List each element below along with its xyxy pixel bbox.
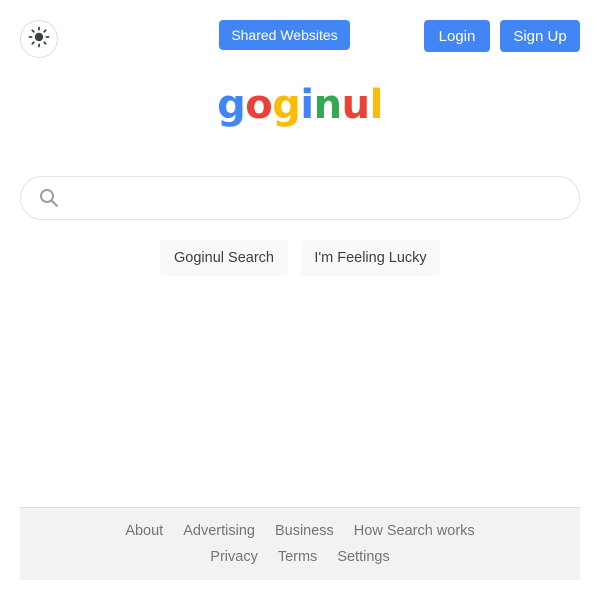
- footer: About Advertising Business How Search wo…: [20, 507, 580, 580]
- search-input[interactable]: [69, 177, 561, 219]
- search-icon: [39, 188, 59, 208]
- footer-link-advertising[interactable]: Advertising: [183, 522, 255, 540]
- logo-letter: u: [341, 82, 370, 128]
- footer-row-primary: About Advertising Business How Search wo…: [20, 522, 580, 540]
- footer-link-settings[interactable]: Settings: [337, 548, 389, 566]
- footer-link-about[interactable]: About: [125, 522, 163, 540]
- signup-button[interactable]: Sign Up: [500, 20, 580, 52]
- feeling-lucky-button[interactable]: I'm Feeling Lucky: [301, 240, 440, 276]
- logo-letter: l: [369, 82, 384, 128]
- logo-letter: i: [300, 82, 314, 128]
- logo-letter: n: [313, 82, 342, 128]
- logo-letter: g: [272, 82, 301, 128]
- theme-toggle-button[interactable]: [20, 20, 58, 58]
- login-button[interactable]: Login: [424, 20, 490, 52]
- footer-link-how-search-works[interactable]: How Search works: [354, 522, 475, 540]
- search-button[interactable]: Goginul Search: [160, 240, 288, 276]
- footer-link-business[interactable]: Business: [275, 522, 334, 540]
- homepage: Shared Websites Login Sign Up goginul Go…: [0, 0, 600, 600]
- footer-link-privacy[interactable]: Privacy: [210, 548, 258, 566]
- sun-icon: [28, 26, 50, 53]
- logo-letter: g: [217, 82, 246, 128]
- footer-link-terms[interactable]: Terms: [278, 548, 317, 566]
- shared-websites-button[interactable]: Shared Websites: [219, 20, 350, 50]
- search-bar[interactable]: [20, 176, 580, 220]
- logo-letter: o: [245, 82, 273, 128]
- footer-row-secondary: Privacy Terms Settings: [20, 548, 580, 566]
- logo: goginul: [0, 78, 600, 132]
